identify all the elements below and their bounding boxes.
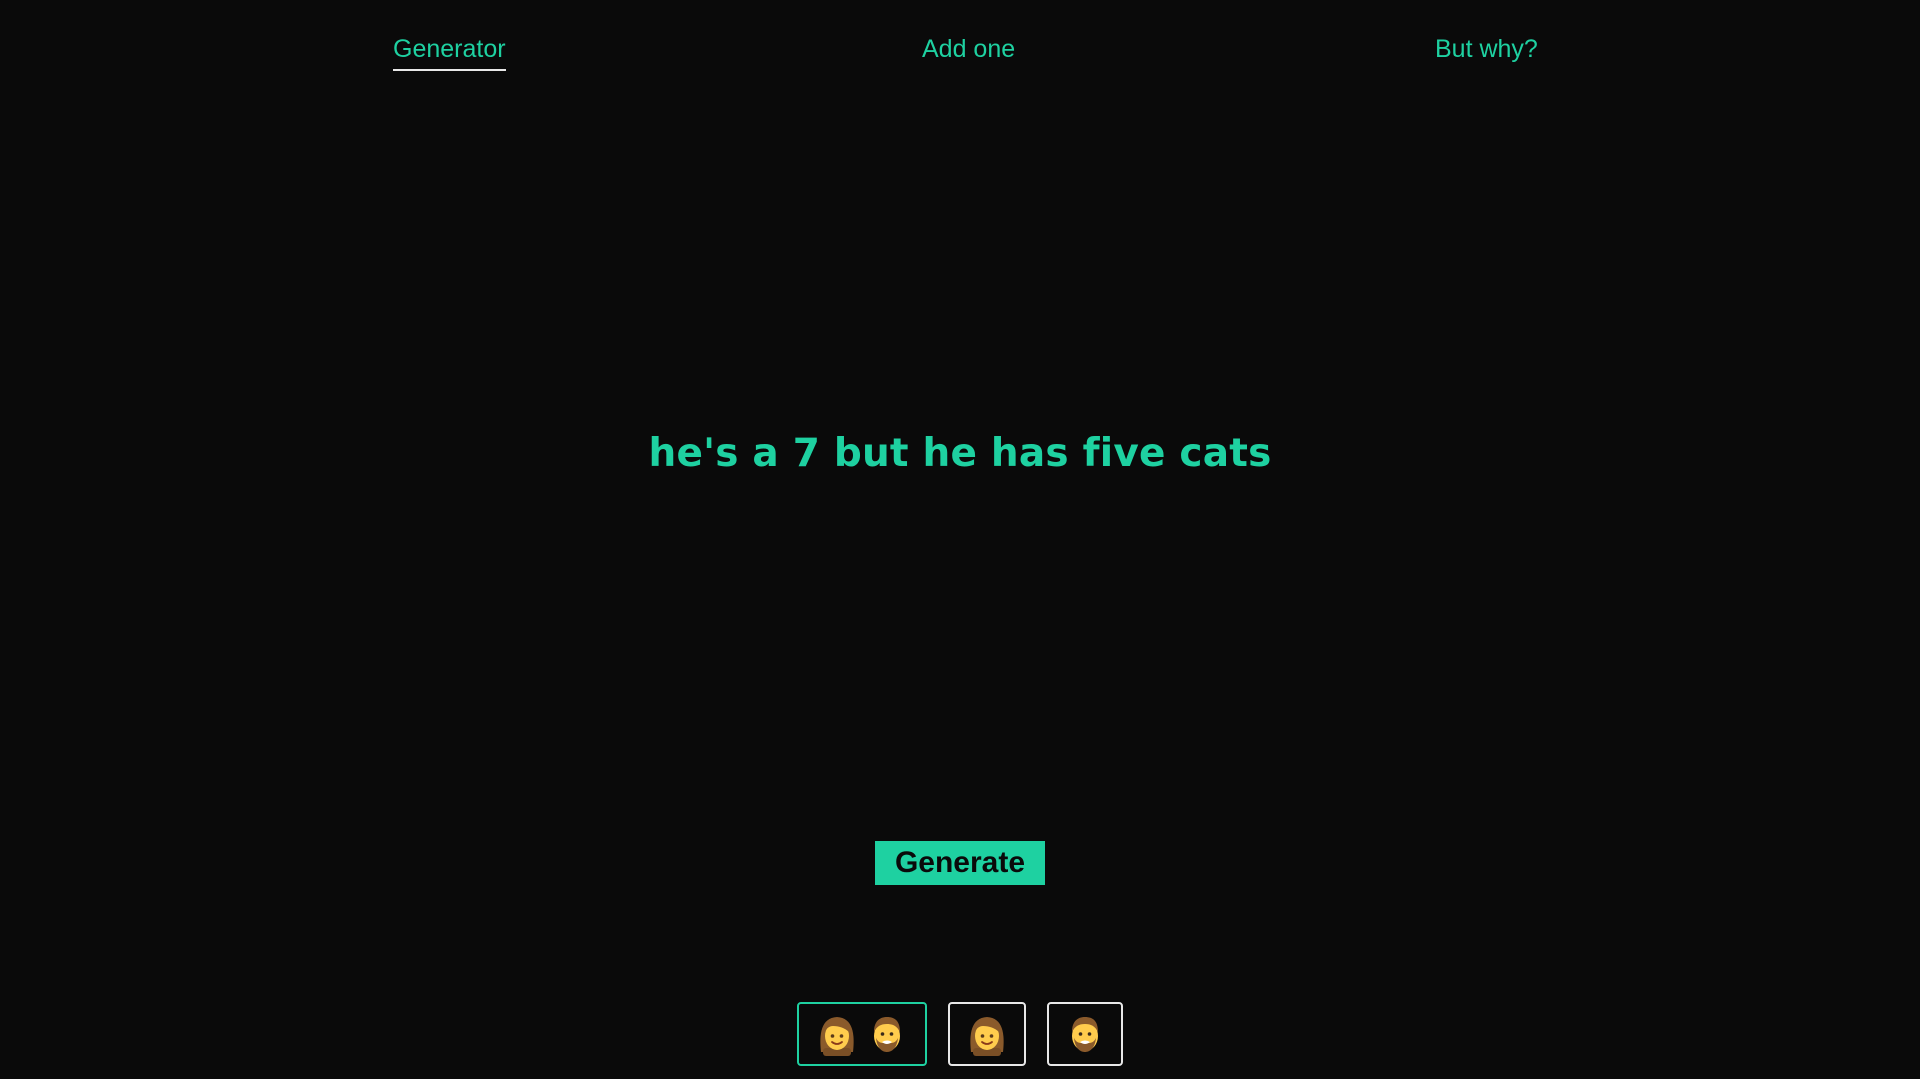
filter-man-button[interactable] [1047, 1002, 1123, 1066]
gender-filter-group [0, 1002, 1920, 1066]
man-emoji-icon [1072, 1017, 1098, 1052]
nav-generator[interactable]: Generator [393, 34, 506, 71]
generated-phrase: he's a 7 but he has five cats [648, 431, 1272, 477]
woman-emoji-icon [820, 1017, 854, 1056]
man-emoji-icon [874, 1017, 900, 1052]
nav-but-why[interactable]: But why? [1435, 34, 1538, 69]
filter-both-button[interactable] [797, 1002, 927, 1066]
top-navigation: Generator Add one But why? [0, 0, 1920, 100]
generate-button[interactable]: Generate [875, 841, 1045, 885]
nav-add-one[interactable]: Add one [922, 34, 1015, 69]
woman-emoji-icon [970, 1017, 1004, 1056]
filter-woman-button[interactable] [948, 1002, 1026, 1066]
